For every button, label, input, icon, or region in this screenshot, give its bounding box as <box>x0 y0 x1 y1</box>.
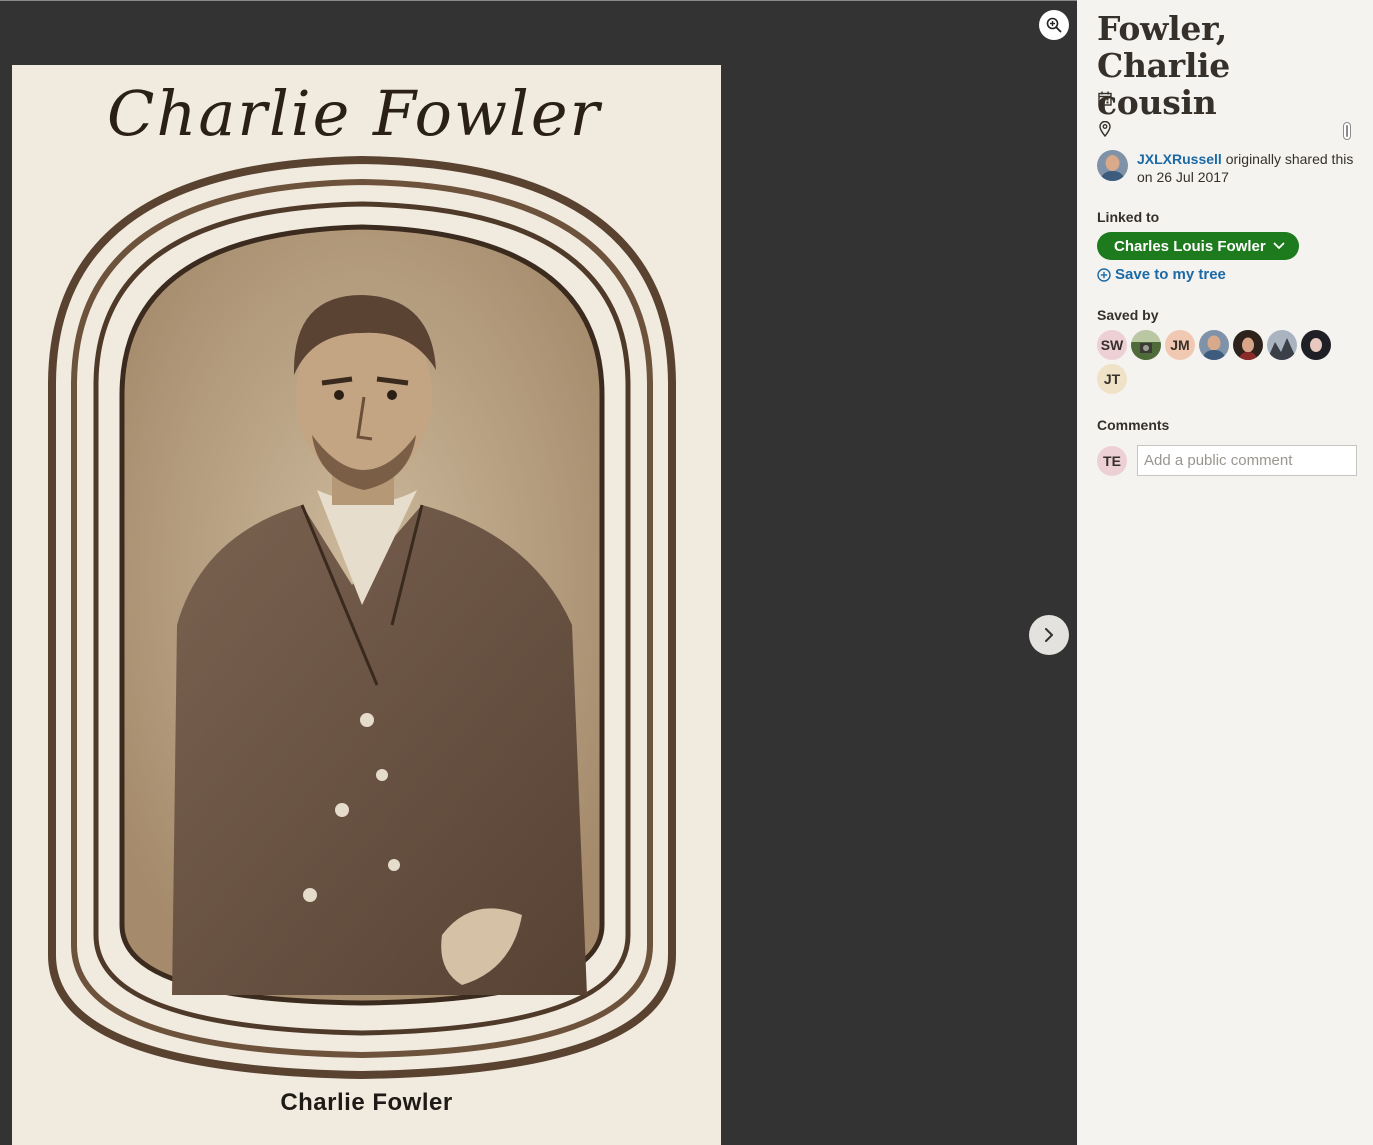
commenter-avatar: TE <box>1097 445 1127 476</box>
saved-by-avatar[interactable] <box>1267 330 1297 360</box>
portrait-photo[interactable]: Charlie Fowler Charlie Fowler <box>12 65 721 1145</box>
linked-person-button[interactable]: Charles Louis Fowler <box>1097 232 1299 260</box>
zoom-in-button[interactable] <box>1039 10 1069 40</box>
photo-caption: Charlie Fowler <box>280 1089 453 1116</box>
saved-by-avatar[interactable] <box>1131 330 1161 360</box>
sharer-info: JXLXRussell originally shared this on 26… <box>1097 150 1359 186</box>
photo-signature: Charlie Fowler <box>107 77 602 150</box>
record-title: Fowler, Charlie cousin <box>1097 9 1230 122</box>
sharer-username-link[interactable]: JXLXRussell <box>1137 151 1222 167</box>
chevron-down-icon <box>1273 242 1285 250</box>
portrait-drawing <box>12 65 721 1145</box>
location-pin-icon <box>1097 121 1113 137</box>
save-to-tree-link[interactable]: Save to my tree <box>1097 266 1226 283</box>
comments-label: Comments <box>1097 417 1170 433</box>
save-to-tree-label: Save to my tree <box>1115 266 1226 283</box>
comment-row: TE <box>1097 445 1357 476</box>
linked-to-label: Linked to <box>1097 209 1160 225</box>
saved-by-avatar[interactable] <box>1199 330 1229 360</box>
details-panel: Fowler, Charlie cousin JXLXRussell origi… <box>1077 0 1373 1145</box>
panel-scrollbar[interactable] <box>1343 122 1351 140</box>
saved-by-avatar[interactable] <box>1301 330 1331 360</box>
saved-by-avatar[interactable] <box>1233 330 1263 360</box>
saved-by-avatar[interactable]: SW <box>1097 330 1127 360</box>
calendar-icon <box>1097 90 1113 106</box>
next-photo-button[interactable] <box>1029 615 1069 655</box>
zoom-in-icon <box>1046 17 1062 33</box>
plus-circle-icon <box>1097 267 1111 282</box>
saved-by-avatars: SW JM JT <box>1097 330 1347 398</box>
linked-person-name: Charles Louis Fowler <box>1114 237 1266 255</box>
sharer-text: JXLXRussell originally shared this on 26… <box>1137 150 1359 186</box>
saved-by-avatar[interactable]: JM <box>1165 330 1195 360</box>
chevron-right-icon <box>1042 627 1056 643</box>
saved-by-avatar[interactable]: JT <box>1097 364 1127 394</box>
sharer-avatar[interactable] <box>1097 150 1128 181</box>
image-viewer: Charlie Fowler Charlie Fowler <box>0 0 1077 1145</box>
comment-input[interactable] <box>1137 445 1357 476</box>
saved-by-label: Saved by <box>1097 307 1159 323</box>
